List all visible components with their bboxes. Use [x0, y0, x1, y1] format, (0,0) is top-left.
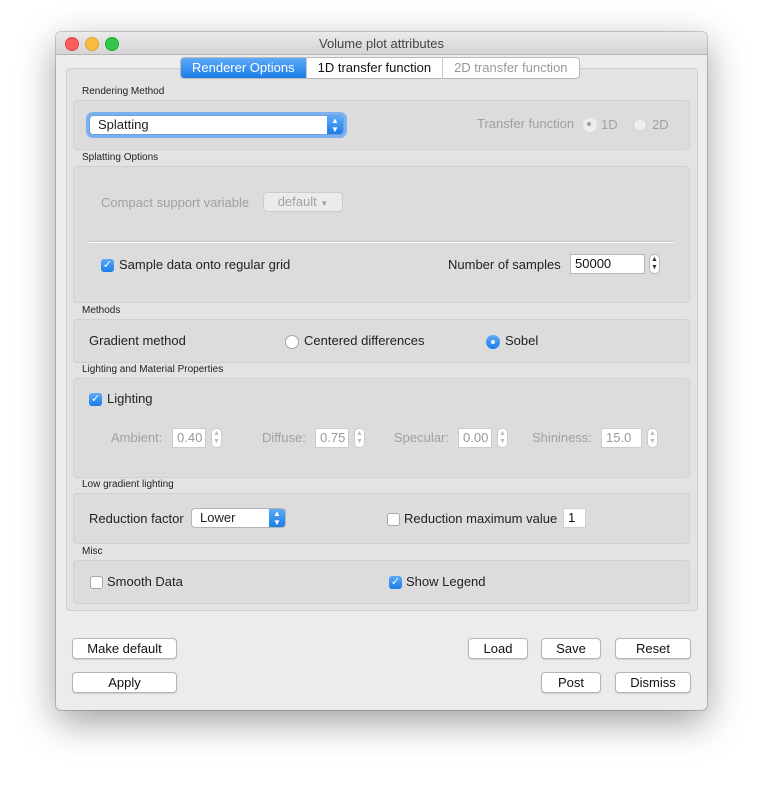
gradient-method-label: Gradient method	[89, 333, 186, 348]
section-methods: Methods	[82, 305, 121, 316]
post-button[interactable]: Post	[541, 672, 601, 693]
rendering-method-value: Splatting	[98, 117, 149, 132]
shininess-stepper[interactable]: ▲ ▼	[647, 428, 658, 448]
tab-renderer-options[interactable]: Renderer Options	[181, 58, 306, 78]
shininess-input[interactable]: 15.0	[601, 428, 642, 448]
load-button[interactable]: Load	[468, 638, 528, 659]
reduction-factor-value: Lower	[200, 510, 236, 525]
transfer-function-label: Transfer function	[477, 116, 575, 131]
diffuse-stepper[interactable]: ▲ ▼	[354, 428, 365, 448]
rendering-method-combo[interactable]: Splatting ▲ ▼	[89, 115, 344, 135]
reduction-max-label: Reduction maximum value	[404, 511, 558, 526]
show-legend-label: Show Legend	[406, 574, 486, 589]
splatting-divider	[89, 241, 674, 243]
reduction-factor-label: Reduction factor	[89, 511, 184, 526]
sobel-label: Sobel	[505, 333, 539, 348]
specular-label: Specular:	[394, 430, 449, 445]
combo-arrows-icon: ▲ ▼	[269, 509, 285, 527]
compact-support-value: default	[277, 194, 317, 209]
window-title: Volume plot attributes	[318, 36, 445, 51]
tab-1d-transfer-function[interactable]: 1D transfer function	[305, 58, 442, 78]
specular-input[interactable]: 0.00	[458, 428, 492, 448]
section-rendering-method: Rendering Method	[82, 86, 165, 97]
section-splatting-options: Splatting Options	[82, 152, 159, 163]
reduction-max-input[interactable]: 1	[563, 508, 586, 528]
make-default-button[interactable]: Make default	[72, 638, 177, 659]
combo-arrows-icon: ▲ ▼	[327, 116, 343, 134]
sample-grid-checkbox[interactable]: ✓	[101, 259, 114, 272]
radio-sobel[interactable]	[486, 335, 500, 349]
smooth-data-checkbox[interactable]	[90, 576, 103, 589]
dialog-window: Volume plot attributes Renderer Options …	[56, 32, 707, 710]
shininess-label: Shininess:	[532, 430, 592, 445]
ambient-input[interactable]: 0.40	[172, 428, 206, 448]
section-low-gradient: Low gradient lighting	[82, 479, 174, 490]
radio-2d-label: 2D	[652, 117, 669, 132]
show-legend-checkbox[interactable]: ✓	[389, 576, 402, 589]
centered-differences-label: Centered differences	[304, 333, 425, 348]
number-of-samples-input[interactable]: 50000	[570, 254, 645, 274]
diffuse-label: Diffuse:	[262, 430, 306, 445]
lighting-checkbox[interactable]: ✓	[89, 393, 102, 406]
radio-2d[interactable]	[633, 118, 647, 132]
sample-grid-label: Sample data onto regular grid	[119, 257, 291, 272]
samples-stepper[interactable]: ▲ ▼	[649, 254, 660, 274]
lighting-label: Lighting	[107, 391, 153, 406]
splatting-options-box	[73, 166, 690, 303]
reduction-factor-combo[interactable]: Lower ▲ ▼	[191, 508, 286, 528]
radio-centered-differences[interactable]	[285, 335, 299, 349]
title-bar: Volume plot attributes	[56, 32, 707, 55]
dropdown-arrow-icon: ▼	[320, 199, 329, 208]
tab-bar: Renderer Options 1D transfer function 2D…	[180, 57, 580, 79]
compact-support-label: Compact support variable	[101, 195, 250, 210]
reduction-max-checkbox[interactable]	[387, 513, 400, 526]
lighting-box	[73, 378, 690, 478]
section-lighting: Lighting and Material Properties	[82, 364, 224, 375]
section-misc: Misc	[82, 546, 103, 557]
reset-button[interactable]: Reset	[615, 638, 691, 659]
ambient-stepper[interactable]: ▲ ▼	[211, 428, 222, 448]
tab-2d-transfer-function[interactable]: 2D transfer function	[442, 58, 578, 78]
number-of-samples-label: Number of samples	[448, 257, 561, 272]
specular-stepper[interactable]: ▲ ▼	[497, 428, 508, 448]
ambient-label: Ambient:	[111, 430, 163, 445]
compact-support-dropdown[interactable]: default ▼	[263, 192, 343, 212]
dismiss-button[interactable]: Dismiss	[615, 672, 691, 693]
radio-1d[interactable]	[583, 118, 597, 132]
smooth-data-label: Smooth Data	[107, 574, 183, 589]
apply-button[interactable]: Apply	[72, 672, 177, 693]
diffuse-input[interactable]: 0.75	[315, 428, 349, 448]
save-button[interactable]: Save	[541, 638, 601, 659]
radio-1d-label: 1D	[601, 117, 618, 132]
